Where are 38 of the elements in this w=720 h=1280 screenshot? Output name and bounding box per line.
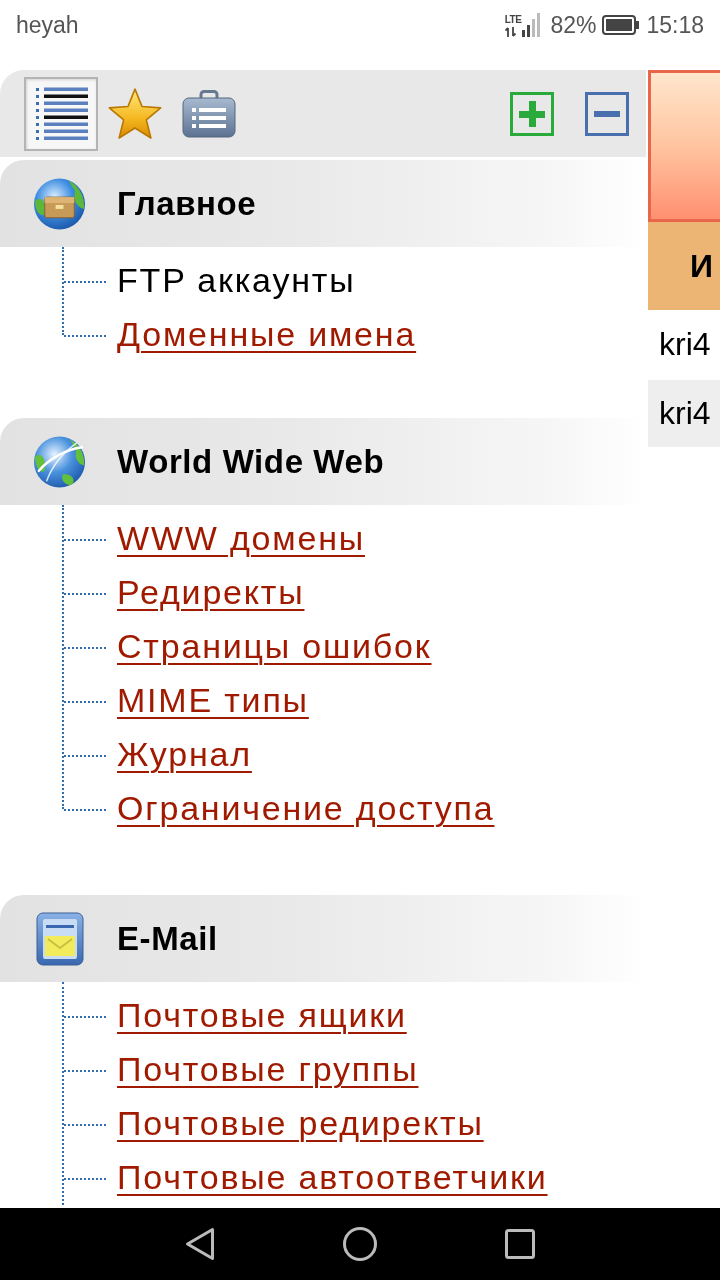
home-icon <box>343 1227 377 1261</box>
tree-view-tab[interactable] <box>24 76 98 151</box>
collapse-all-icon <box>585 91 629 136</box>
home-button[interactable] <box>343 1227 377 1261</box>
briefcase-icon <box>182 89 236 138</box>
collapse-all-button[interactable] <box>585 91 629 136</box>
section-title: World Wide Web <box>117 442 385 481</box>
battery-percent: 82% <box>550 13 597 37</box>
tree-link[interactable]: Журнал <box>117 735 252 775</box>
tree-link[interactable]: WWW домены <box>117 519 365 559</box>
mail-icon <box>35 911 84 966</box>
data-arrows-icon <box>504 27 517 37</box>
section-title: Главное <box>117 184 257 223</box>
network-type: LTE <box>504 15 522 25</box>
globe-with-box-icon <box>33 176 86 231</box>
back-icon <box>185 1227 215 1261</box>
tree-link[interactable]: Почтовые группы <box>117 1050 419 1090</box>
tree-link[interactable]: Редиректы <box>117 573 305 613</box>
carrier-name: heyah <box>16 13 79 37</box>
recents-icon <box>505 1229 535 1259</box>
tree-link[interactable]: Ограничение доступа <box>117 789 495 829</box>
tree-link[interactable]: Почтовые ящики <box>117 996 407 1036</box>
star-icon <box>108 87 162 140</box>
tree-link[interactable]: Доменные имена <box>117 315 417 355</box>
clock: 15:18 <box>646 13 704 37</box>
expand-all-icon <box>510 91 554 136</box>
tree-link[interactable]: MIME типы <box>117 681 309 721</box>
recents-button[interactable] <box>503 1227 537 1261</box>
section-title: E-Mail <box>117 919 218 958</box>
tree-link[interactable]: Страницы ошибок <box>117 627 432 667</box>
globe-icon <box>33 434 86 489</box>
table-cell: kri4 <box>648 380 720 447</box>
back-button[interactable] <box>183 1227 217 1261</box>
tree-link[interactable]: Почтовые автоответчики <box>117 1158 548 1198</box>
battery-icon <box>602 15 641 35</box>
column-header[interactable]: И <box>648 222 720 310</box>
tree-link[interactable]: FTP аккаунты <box>117 261 356 301</box>
tree-link[interactable]: Почтовые редиректы <box>117 1104 484 1144</box>
